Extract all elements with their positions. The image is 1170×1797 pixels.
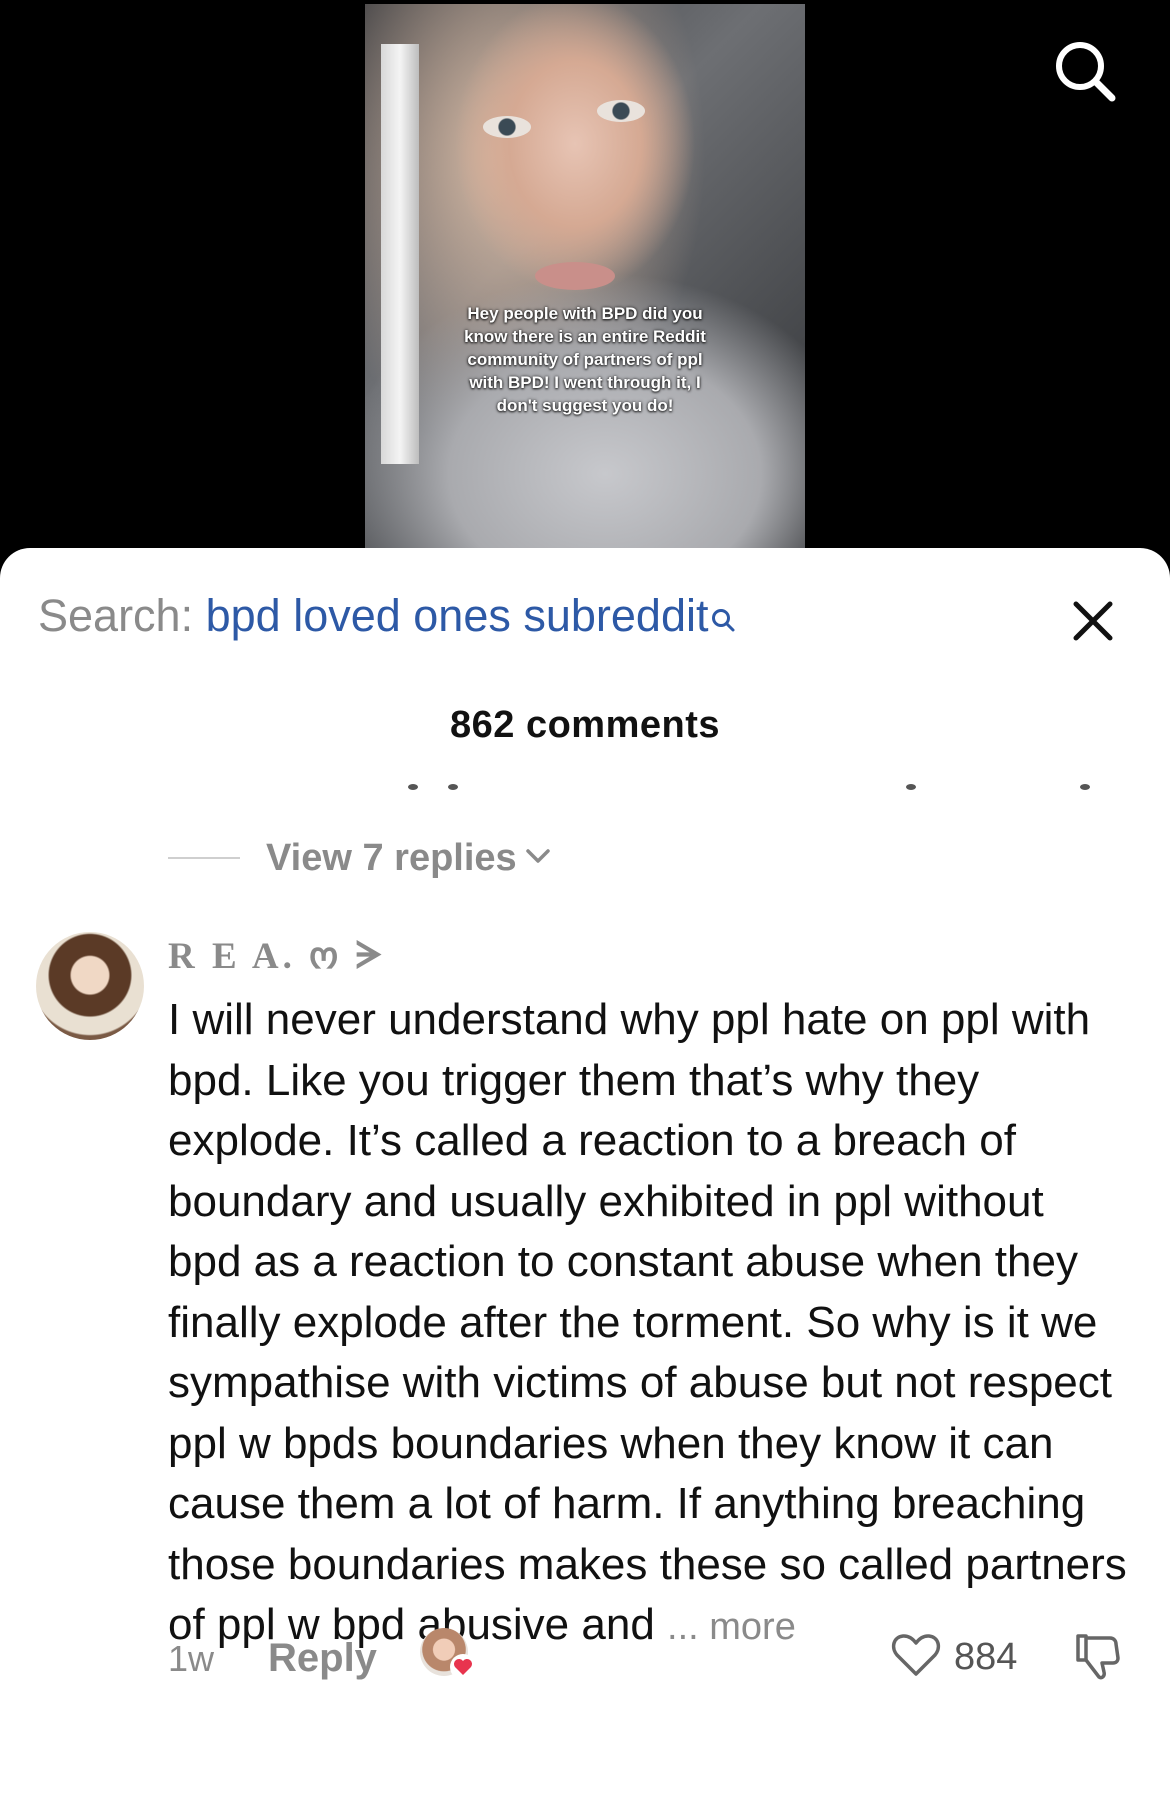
video-frame[interactable]: Hey people with BPD did you know there i… (365, 4, 805, 556)
thumbs-down-icon[interactable] (1072, 1630, 1124, 1687)
video-lips (535, 262, 615, 290)
close-icon[interactable] (1068, 596, 1118, 646)
search-icon (710, 590, 736, 646)
heart-filled-icon (450, 1654, 476, 1680)
view-replies-label: View 7 replies (266, 836, 517, 879)
view-replies-button[interactable]: View 7 replies (168, 836, 551, 879)
comment-count: 862 comments (449, 704, 720, 746)
comment-timestamp: 1w (168, 1638, 215, 1679)
clipped-text-fragment (408, 784, 418, 790)
chevron-down-icon (525, 847, 551, 870)
like-count: 884 (954, 1636, 1018, 1678)
clipped-text-fragment (448, 784, 458, 790)
video-caption: Hey people with BPD did you know there i… (464, 304, 706, 415)
search-prefix: Search: (38, 590, 194, 641)
comment-body: I will never understand why ppl hate on … (168, 990, 1128, 1658)
video-eye-right (597, 100, 645, 122)
video-eye-left (483, 116, 531, 138)
clipped-text-fragment (906, 784, 916, 790)
comments-sheet: Search: bpd loved ones subreddit 862 com… (0, 548, 1170, 1797)
video-background-pillar (381, 44, 419, 464)
heart-outline-icon[interactable] (890, 1630, 942, 1685)
divider (168, 857, 240, 859)
clipped-text-fragment (1080, 784, 1090, 790)
comment-username[interactable]: R E A. ო ᗒ (168, 934, 386, 978)
comment-text: I will never understand why ppl hate on … (168, 995, 1127, 1649)
reply-button[interactable]: Reply (268, 1636, 377, 1681)
comment-footer: 1w Reply 884 (0, 1626, 1170, 1686)
avatar[interactable] (36, 932, 144, 1040)
search-icon[interactable] (1052, 38, 1118, 104)
search-suggestion[interactable]: Search: bpd loved ones subreddit (38, 588, 736, 646)
search-query-link[interactable]: bpd loved ones subreddit (206, 590, 709, 641)
video-player[interactable]: Hey people with BPD did you know there i… (0, 0, 1170, 560)
